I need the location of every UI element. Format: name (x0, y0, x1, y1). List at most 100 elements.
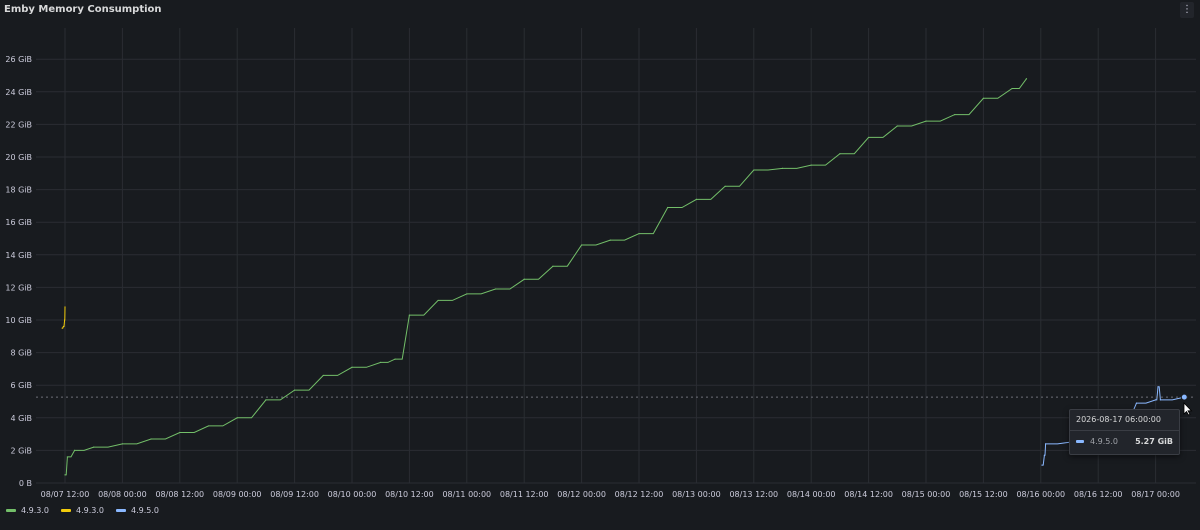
series-point (667, 206, 669, 209)
y-tick-label: 14 GiB (5, 251, 32, 260)
series-point (351, 366, 353, 368)
x-tick-label: 08/07 12:00 (41, 490, 90, 499)
y-tick-label: 16 GiB (5, 218, 32, 227)
legend-label: 4.9.5.0 (131, 506, 159, 515)
series-point (380, 361, 382, 363)
x-tick-label: 08/15 12:00 (959, 490, 1008, 499)
series-point (121, 443, 123, 445)
series-point (839, 153, 841, 155)
x-axis-ticks: 08/07 12:00 08/08 00:00 08/08 12:00 08/09 0… (41, 490, 1180, 499)
series-point (1155, 399, 1157, 401)
series-point (523, 278, 525, 280)
tooltip-time: 2026-08-17 06:00:00 (1076, 415, 1161, 424)
y-tick-label: 12 GiB (5, 283, 32, 292)
series-point (753, 169, 755, 171)
series-point (322, 374, 324, 377)
memory-chart[interactable]: 0 B 2 GiB 4 GiB 6 GiB 8 GiB 10 GiB 12 GiB 14 Gi… (0, 0, 1200, 505)
series-point (62, 325, 65, 328)
series-point (207, 425, 210, 427)
series-point (73, 449, 76, 451)
series-point (1025, 78, 1028, 80)
series-point (552, 265, 554, 267)
series-point (1044, 443, 1047, 445)
series-point (64, 306, 66, 308)
series-point (294, 389, 296, 391)
series-point (1135, 402, 1138, 404)
series-point (609, 239, 611, 241)
y-tick-label: 26 GiB (5, 55, 32, 64)
series-point (954, 114, 956, 116)
x-tick-label: 08/09 00:00 (213, 490, 262, 499)
legend-label: 4.9.3.0 (76, 506, 104, 515)
y-tick-label: 10 GiB (5, 316, 32, 325)
series-point (394, 358, 396, 360)
series-point (150, 438, 152, 440)
x-tick-label: 08/11 12:00 (500, 490, 549, 499)
series-point (466, 293, 468, 295)
series-point (93, 446, 95, 448)
x-tick-label: 08/13 00:00 (672, 490, 721, 499)
x-tick-label: 08/08 12:00 (155, 490, 204, 499)
chart-series (61, 78, 1185, 476)
tooltip-series-name: 4.9.5.0 (1090, 437, 1118, 446)
series-point (1043, 454, 1045, 456)
series-point (66, 456, 68, 458)
x-tick-label: 08/08 00:00 (98, 490, 147, 499)
tooltip-divider (1070, 430, 1179, 431)
y-tick-label: 24 GiB (5, 88, 32, 97)
y-tick-label: 4 GiB (10, 414, 32, 423)
tooltip-series-swatch (1076, 440, 1084, 443)
tooltip-value: 5.27 GiB (1135, 437, 1173, 446)
x-tick-label: 08/13 12:00 (729, 490, 778, 499)
chart-legend: 4.9.3.0 4.9.3.0 4.9.5.0 (6, 506, 159, 515)
series-point (724, 185, 726, 187)
x-tick-label: 08/14 12:00 (844, 490, 893, 499)
series-point (581, 244, 583, 246)
chart-grid (36, 28, 1196, 484)
x-tick-label: 08/10 00:00 (328, 490, 377, 499)
series-point (925, 120, 927, 122)
series-point (494, 288, 497, 290)
x-tick-label: 08/12 00:00 (557, 490, 606, 499)
series-line-2 (62, 306, 66, 329)
y-tick-label: 6 GiB (10, 381, 32, 390)
y-tick-label: 0 B (19, 479, 32, 488)
series-point (437, 299, 439, 302)
x-tick-label: 08/16 00:00 (1016, 490, 1065, 499)
series-point (896, 125, 898, 127)
legend-item[interactable]: 4.9.3.0 (61, 506, 104, 515)
mouse-pointer-icon (1183, 402, 1193, 416)
y-tick-label: 20 GiB (5, 153, 32, 162)
series-line-1 (65, 78, 1027, 476)
legend-item[interactable]: 4.9.5.0 (116, 506, 159, 515)
series-point (982, 97, 985, 99)
series-point (781, 167, 784, 170)
legend-item[interactable]: 4.9.3.0 (6, 506, 49, 515)
series-point (61, 327, 63, 329)
chart-panel: Emby Memory Consumption ⋮ 0 B2 GiB 4 GiB 6… (0, 0, 1200, 530)
series-point (265, 399, 267, 401)
legend-label: 4.9.3.0 (21, 506, 49, 515)
y-tick-label: 22 GiB (5, 120, 32, 129)
series-point (64, 319, 66, 321)
hover-crosshair (36, 393, 1196, 401)
series-point (179, 431, 181, 434)
y-tick-label: 18 GiB (5, 186, 32, 195)
hover-point-marker (1180, 393, 1188, 401)
y-axis-ticks: 0 B 2 GiB 4 GiB 6 GiB 8 GiB 10 GiB 12 GiB 14 Gi… (5, 55, 32, 488)
y-tick-label: 2 GiB (10, 446, 32, 455)
series-point (1011, 87, 1013, 90)
series-point (695, 198, 698, 200)
series-point (236, 417, 238, 419)
series-point (638, 233, 640, 235)
series-point (64, 474, 66, 476)
y-tick-label: 8 GiB (10, 349, 32, 358)
legend-swatch (6, 509, 16, 512)
x-tick-label: 08/17 00:00 (1131, 490, 1180, 499)
x-tick-label: 08/09 12:00 (270, 490, 319, 499)
legend-swatch (61, 509, 71, 512)
x-tick-label: 08/11 00:00 (442, 490, 491, 499)
x-tick-label: 08/10 12:00 (385, 490, 434, 499)
series-point (1157, 386, 1159, 388)
series-point (810, 164, 812, 166)
